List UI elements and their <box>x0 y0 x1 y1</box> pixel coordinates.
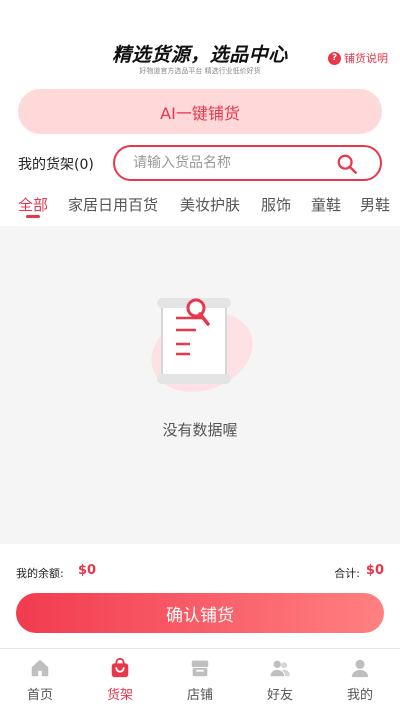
tab-all[interactable]: 全部 <box>18 194 48 215</box>
home-icon <box>31 659 49 677</box>
nav-store-label: 店铺 <box>186 688 213 703</box>
confirm-distribute-button[interactable]: 确认铺货 <box>16 593 384 633</box>
product-list-area: 没有数据喔 <box>0 226 400 544</box>
ai-one-click-button[interactable]: AI一键铺货 <box>18 89 382 134</box>
tab-beauty[interactable]: 美妆护肤 <box>180 194 240 215</box>
header: 精选货源，选品中心 好物道官方选品平台 精选行业低价好货 ? 铺货说明 <box>0 38 400 80</box>
nav-me-label: 我的 <box>346 688 373 703</box>
tab-mens-shoes[interactable]: 男鞋 <box>360 194 390 215</box>
nav-shelf[interactable]: 货架 <box>80 657 160 707</box>
help-link[interactable]: ? 铺货说明 <box>328 50 388 66</box>
tab-apparel[interactable]: 服饰 <box>261 194 291 215</box>
total-value: $0 <box>365 563 384 578</box>
tab-kids-shoes[interactable]: 童鞋 <box>311 194 341 215</box>
total-label: 合计: <box>334 567 360 580</box>
tab-home-goods[interactable]: 家居日用百货 <box>68 194 158 215</box>
balance-label: 我的余额: <box>16 567 64 580</box>
app-screen: 精选货源，选品中心 好物道官方选品平台 精选行业低价好货 ? 铺货说明 AI一键… <box>0 0 400 711</box>
search-icon[interactable] <box>336 153 358 175</box>
search-box[interactable] <box>113 145 382 181</box>
store-icon <box>191 660 209 677</box>
active-tab-indicator <box>26 215 40 218</box>
nav-shelf-label: 货架 <box>106 688 133 703</box>
question-icon: ? <box>328 51 341 65</box>
nav-store[interactable]: 店铺 <box>160 657 240 707</box>
empty-message: 没有数据喔 <box>162 421 238 439</box>
my-shelf-label: 我的货架(0) <box>18 157 94 173</box>
search-input[interactable] <box>133 153 333 173</box>
shelf-row: 我的货架(0) <box>0 145 400 181</box>
balance-value: $0 <box>78 563 97 578</box>
category-tabs: 全部 家居日用百货 美妆护肤 服饰 童鞋 男鞋 <box>0 190 400 222</box>
nav-friends[interactable]: 好友 <box>240 657 320 707</box>
nav-friends-label: 好友 <box>266 688 293 703</box>
page-subtitle: 好物道官方选品平台 精选行业低价好货 <box>139 67 261 75</box>
friends-icon <box>270 660 290 677</box>
help-label: 铺货说明 <box>344 52 388 65</box>
nav-home[interactable]: 首页 <box>0 657 80 707</box>
nav-home-label: 首页 <box>26 688 53 703</box>
summary-bar: 我的余额: $0 合计: $0 <box>0 558 400 586</box>
nav-me[interactable]: 我的 <box>320 657 400 707</box>
shopping-bag-icon <box>111 657 129 678</box>
user-icon <box>351 659 369 678</box>
empty-document-icon <box>151 298 253 392</box>
bottom-nav: 首页 货架 店铺 好友 我的 <box>0 648 400 711</box>
